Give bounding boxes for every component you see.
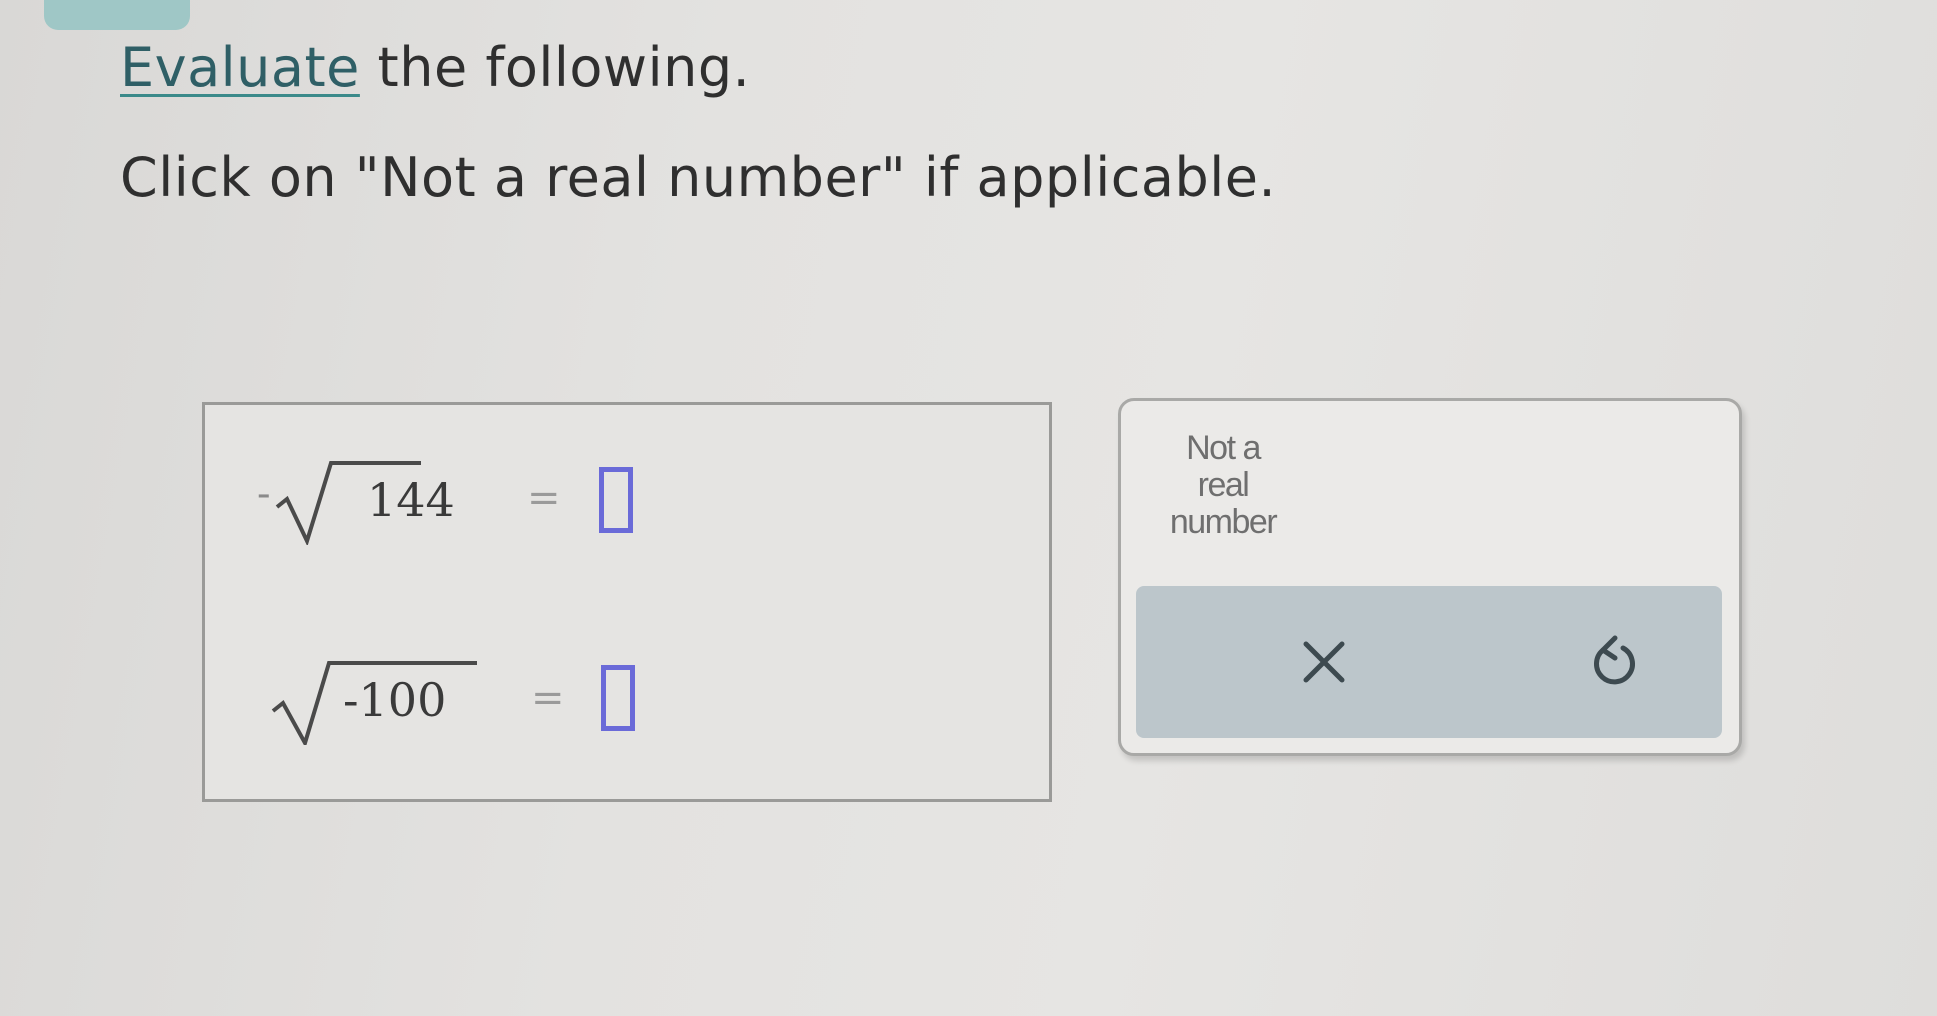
problem-1-sign: - (257, 471, 271, 517)
problem-2-equals: = (531, 675, 565, 721)
problem-box: - 144 = -100 = (202, 402, 1052, 802)
action-bar (1136, 586, 1722, 738)
instruction-subtext: Click on "Not a real number" if applicab… (120, 146, 1277, 209)
problem-1-answer-input[interactable] (599, 467, 633, 533)
clear-button[interactable] (1284, 622, 1364, 702)
not-real-label-line-1: Not a (1186, 429, 1261, 467)
problem-1-equals: = (527, 475, 561, 521)
evaluate-link[interactable]: Evaluate (120, 36, 360, 99)
x-icon (1303, 641, 1345, 683)
not-a-real-number-button[interactable]: Not a real number (1148, 430, 1298, 550)
reset-button[interactable] (1574, 622, 1654, 702)
instruction-heading: Evaluate the following. (120, 36, 750, 99)
top-tab (44, 0, 190, 30)
problem-2-answer-input[interactable] (601, 665, 635, 731)
problem-2-radicand: -100 (343, 673, 447, 727)
problem-1-radicand: 144 (367, 473, 455, 527)
not-real-label-line-2: real (1197, 466, 1250, 504)
instruction-heading-rest: the following. (359, 36, 751, 99)
not-real-label-line-3: number (1169, 503, 1278, 541)
undo-icon (1594, 635, 1635, 685)
